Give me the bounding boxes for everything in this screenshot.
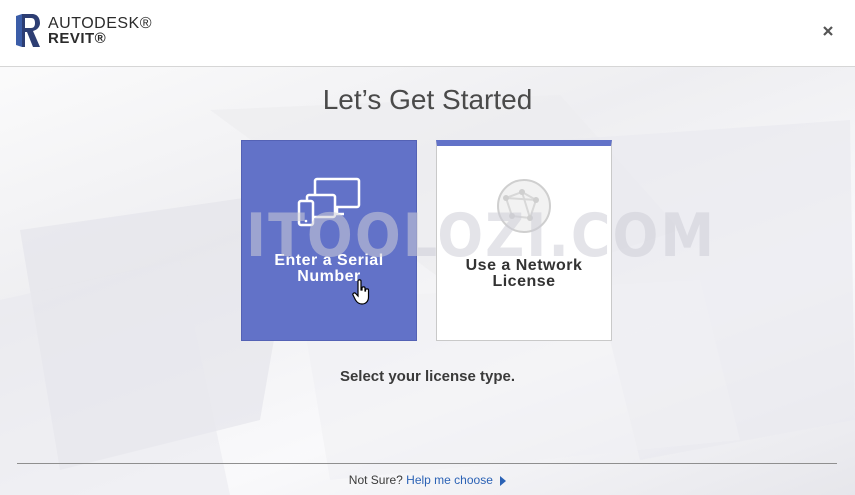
- revit-logo-icon: [16, 14, 40, 47]
- autodesk-revit-logo: AUTODESK® REVIT®: [16, 14, 152, 47]
- not-sure-text: Not Sure?: [348, 473, 403, 487]
- network-card-label: Use a Network License: [445, 258, 603, 290]
- network-label-line1: Use a Network: [465, 257, 583, 274]
- caret-right-icon[interactable]: [500, 475, 507, 486]
- help-me-choose-link[interactable]: Help me choose: [406, 473, 493, 487]
- hand-pointer-cursor-icon: [352, 279, 370, 305]
- background-shapes: [0, 95, 855, 495]
- product-name: REVIT®: [48, 29, 107, 47]
- footer-divider: [17, 463, 837, 464]
- page-title: Let’s Get Started: [322, 84, 533, 115]
- network-license-card[interactable]: Use a Network License: [436, 140, 612, 341]
- license-type-prompt: Select your license type.: [339, 368, 516, 385]
- brand-name: AUTODESK®: [48, 14, 153, 32]
- footer: Not Sure? Help me choose: [0, 473, 855, 487]
- network-globe-icon: [497, 179, 551, 233]
- devices-icon: [297, 177, 361, 227]
- serial-label-line2: Number: [297, 268, 361, 285]
- network-label-line2: License: [492, 273, 556, 290]
- enter-serial-number-card[interactable]: Enter a Serial Number: [241, 140, 417, 341]
- serial-card-label: Enter a Serial Number: [250, 253, 408, 285]
- close-icon[interactable]: [821, 24, 835, 38]
- background: [0, 0, 855, 495]
- serial-label-line1: Enter a Serial: [274, 252, 384, 269]
- header-bar: AUTODESK® REVIT®: [0, 0, 855, 67]
